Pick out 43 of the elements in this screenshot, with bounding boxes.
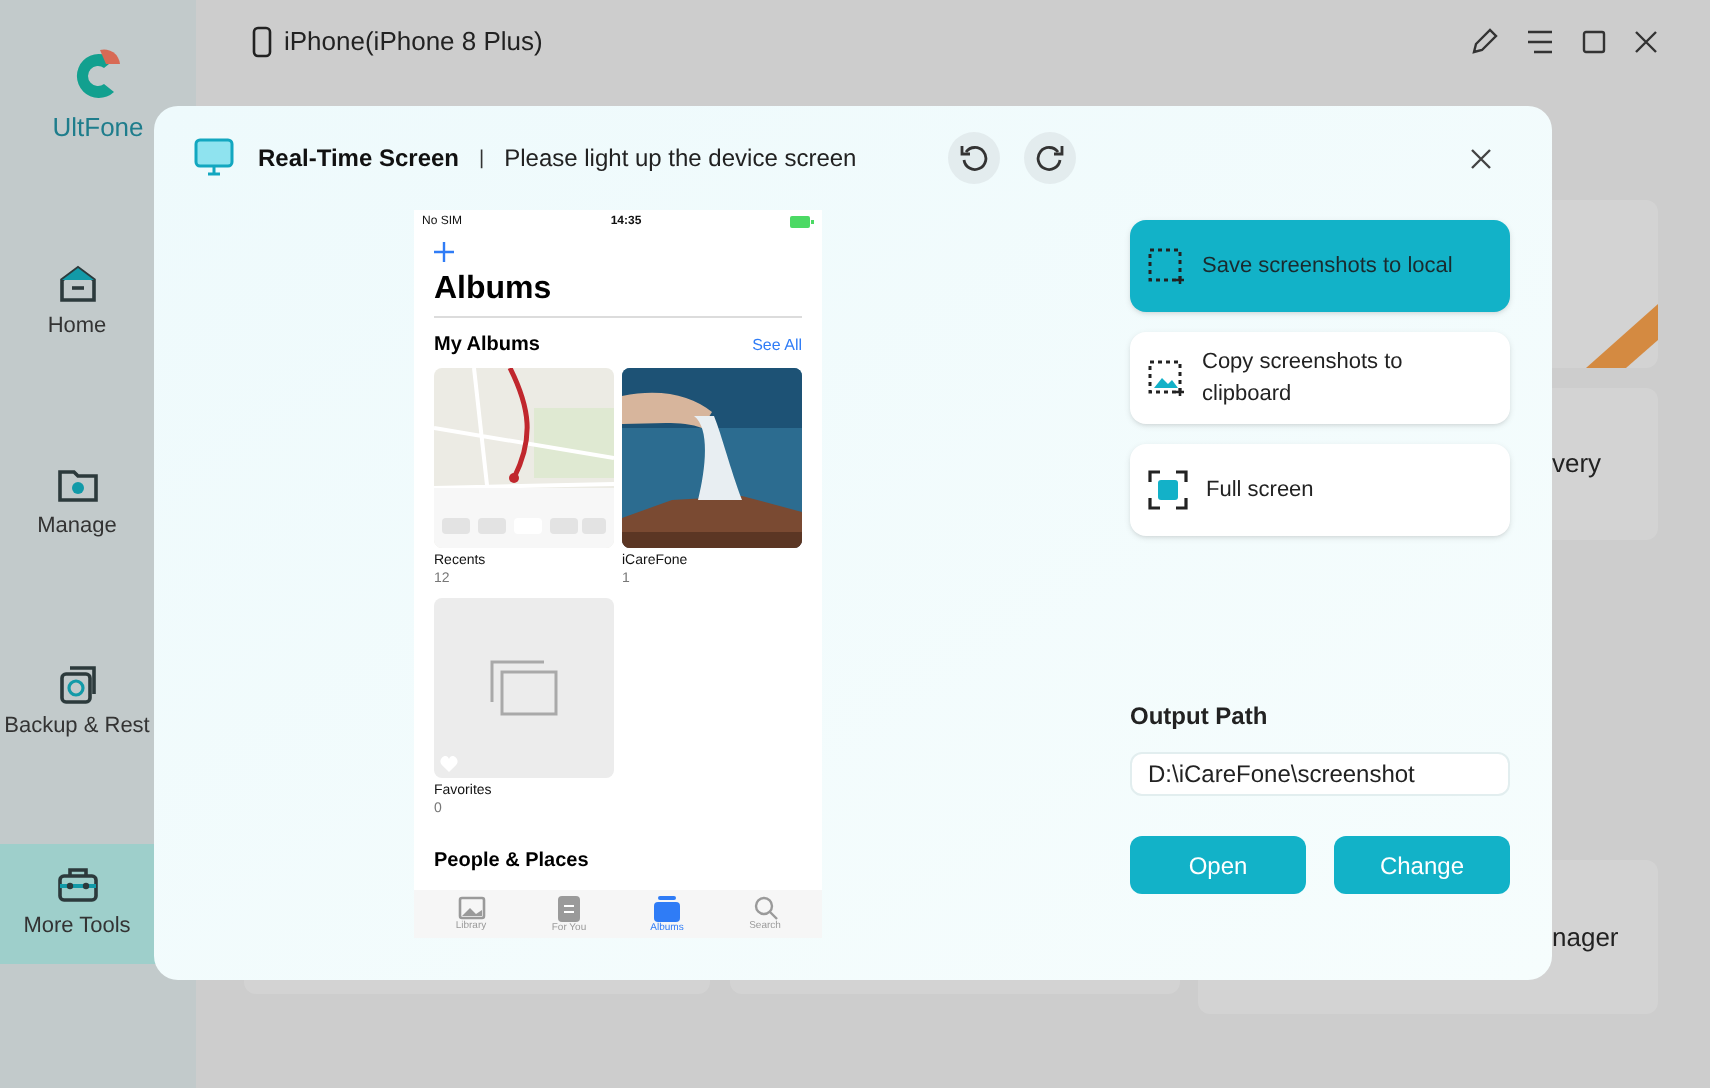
rotate-left-icon [960,144,989,172]
status-text: Please light up the device screen [504,142,857,176]
pen-icon[interactable] [1470,28,1498,56]
rotate-right-button[interactable] [1024,132,1077,184]
albums-icon [488,658,560,718]
dashed-frame-icon [1146,246,1186,286]
monitor-icon [194,138,234,178]
close-icon[interactable] [1470,147,1492,169]
capture-mode-option[interactable]: Full screen [1130,444,1510,536]
section-title: My Albums [434,332,540,360]
add-icon [434,242,454,262]
capture-mode-option[interactable]: Copy screenshots to clipboard [1130,332,1510,424]
logo-text: UltFone [52,110,144,146]
section-title: People & Places [434,852,591,872]
title-separator: | [479,145,485,173]
fullscreen-icon [1146,468,1190,512]
sidebar-item[interactable]: Manage [0,443,196,563]
capture-mode-option[interactable]: Save screenshots to local [1130,220,1510,312]
card-icon [558,895,580,921]
search-icon [753,896,777,920]
battery-icon [790,216,814,228]
toolbox-icon [55,862,99,907]
sync-icon [55,662,99,707]
tool-card-label: very [1552,446,1602,483]
close-icon[interactable] [1634,30,1658,54]
output-path-label: Output Path [1130,700,1270,734]
image-frame-icon [1146,358,1186,398]
see-all-link[interactable]: See All [752,333,802,357]
rotate-left-button[interactable] [948,132,1001,184]
dialog-title: Real-Time Screen [258,142,459,176]
tool-card-label: nager [1552,919,1619,956]
output-path-field[interactable]: D:\iCareFone\screenshot [1130,752,1510,796]
menu-icon[interactable] [1526,30,1554,54]
maximize-icon[interactable] [1582,30,1606,54]
page-title: Albums [434,270,554,310]
home-icon [55,262,99,307]
albums-stack-icon [654,895,680,921]
rotate-right-icon [1036,144,1065,172]
phone-icon [252,26,272,58]
photos-icon [457,896,485,920]
sidebar-item[interactable]: Home [0,243,196,363]
sidebar-item[interactable]: Backup & Rest [0,643,196,763]
device-name: iPhone(iPhone 8 Plus) [284,24,543,61]
